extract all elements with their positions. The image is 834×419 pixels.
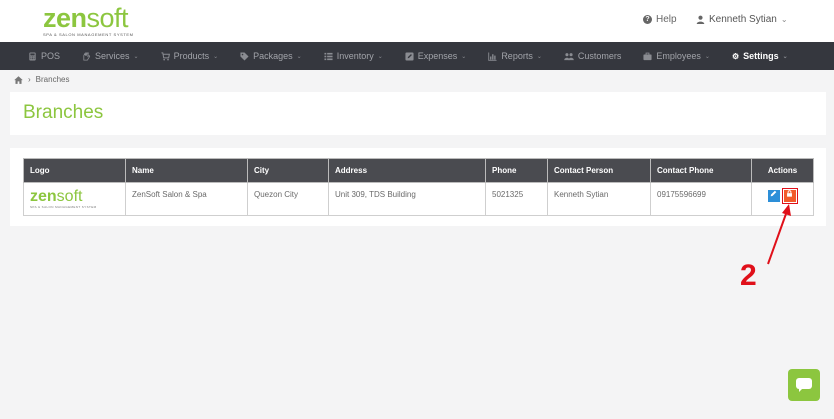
user-menu[interactable]: Kenneth Sytian ⌄ bbox=[696, 14, 788, 25]
chevron-down-icon: ⌄ bbox=[133, 53, 139, 60]
nav-item-packages[interactable]: Packages ⌄ bbox=[240, 51, 302, 61]
chevron-down-icon: ⌄ bbox=[780, 15, 788, 24]
user-icon bbox=[696, 15, 705, 24]
table-row: zensoft Spa & Salon Management System Ze… bbox=[23, 182, 814, 216]
users-icon bbox=[564, 52, 574, 60]
chat-widget-button[interactable] bbox=[788, 369, 820, 401]
nav-label: Services bbox=[95, 51, 130, 61]
nav-item-services[interactable]: Services ⌄ bbox=[82, 51, 139, 61]
chevron-down-icon: ⌄ bbox=[296, 53, 302, 60]
nav-label: Inventory bbox=[336, 51, 374, 61]
cart-icon bbox=[161, 51, 170, 60]
cell-city: Quezon City bbox=[247, 182, 329, 216]
breadcrumb-separator: › bbox=[28, 75, 31, 84]
breadcrumb: › Branches bbox=[14, 75, 69, 84]
gear-icon: ⚙ bbox=[731, 51, 740, 61]
col-header-contact-phone: Contact Phone bbox=[650, 158, 752, 183]
nav-item-pos[interactable]: POS bbox=[28, 51, 60, 61]
logo-brand-a: zen bbox=[30, 188, 57, 205]
branches-table: Logo Name City Address Phone Contact Per… bbox=[23, 158, 814, 216]
page-title-panel: Branches bbox=[10, 92, 826, 135]
logo-brand-b: soft bbox=[56, 188, 83, 205]
cell-actions bbox=[751, 182, 814, 216]
nav-item-employees[interactable]: Employees ⌄ bbox=[643, 51, 710, 61]
nav-item-customers[interactable]: Customers bbox=[564, 51, 622, 61]
breadcrumb-current: Branches bbox=[35, 75, 70, 84]
nav-label: Customers bbox=[577, 51, 622, 61]
chevron-down-icon: ⌄ bbox=[536, 53, 542, 60]
logo-tagline: Spa & Salon Management System bbox=[30, 205, 97, 209]
help-link[interactable]: ? Help bbox=[643, 14, 677, 25]
nav-label: POS bbox=[41, 51, 61, 61]
nav-label: Expenses bbox=[417, 51, 458, 61]
question-icon: ? bbox=[643, 15, 652, 24]
nav-item-products[interactable]: Products ⌄ bbox=[161, 51, 219, 61]
chevron-down-icon: ⌄ bbox=[213, 53, 219, 60]
chat-bubble-icon bbox=[796, 378, 812, 392]
col-header-phone: Phone bbox=[485, 158, 548, 183]
briefcase-icon bbox=[643, 52, 652, 60]
home-icon[interactable] bbox=[14, 75, 23, 84]
chevron-down-icon: ⌄ bbox=[704, 53, 710, 60]
col-header-contact-person: Contact Person bbox=[547, 158, 651, 183]
nav-item-reports[interactable]: Reports ⌄ bbox=[488, 51, 542, 61]
pencil-icon bbox=[770, 190, 777, 197]
nav-item-inventory[interactable]: Inventory ⌄ bbox=[324, 51, 383, 61]
chevron-down-icon: ⌄ bbox=[782, 53, 788, 60]
lock-button-highlight bbox=[781, 188, 798, 204]
nav-label: Reports bbox=[501, 51, 533, 61]
nav-item-expenses[interactable]: Expenses ⌄ bbox=[405, 51, 467, 61]
logo-brand-a: zen bbox=[43, 3, 87, 33]
logo-brand-b: soft bbox=[86, 3, 129, 33]
col-header-logo: Logo bbox=[23, 158, 126, 183]
page-title: Branches bbox=[23, 102, 104, 123]
top-header: zensoft Spa & Salon Management System ? … bbox=[0, 0, 834, 42]
nav-label: Packages bbox=[253, 51, 293, 61]
branch-logo: zensoft Spa & Salon Management System bbox=[30, 188, 119, 210]
nav-label: Settings bbox=[743, 51, 779, 61]
lock-icon bbox=[787, 190, 792, 197]
col-header-name: Name bbox=[125, 158, 248, 183]
cell-contact-phone: 09175596699 bbox=[650, 182, 752, 216]
pos-icon bbox=[29, 51, 36, 61]
app-logo[interactable]: zensoft Spa & Salon Management System bbox=[43, 4, 134, 37]
cell-name: ZenSoft Salon & Spa bbox=[125, 182, 248, 216]
cell-address: Unit 309, TDS Building bbox=[328, 182, 486, 216]
chevron-down-icon: ⌄ bbox=[461, 53, 467, 60]
annotation-step-number: 2 bbox=[740, 259, 757, 292]
branches-panel: Logo Name City Address Phone Contact Per… bbox=[10, 148, 826, 226]
col-header-address: Address bbox=[328, 158, 486, 183]
main-nav: POS Services ⌄ Products ⌄ Packages ⌄ Inv… bbox=[0, 42, 834, 70]
col-header-actions: Actions bbox=[751, 158, 814, 183]
cell-phone: 5021325 bbox=[485, 182, 548, 216]
chart-icon bbox=[488, 51, 497, 61]
cell-logo: zensoft Spa & Salon Management System bbox=[23, 182, 126, 216]
cell-contact-person: Kenneth Sytian bbox=[547, 182, 651, 216]
col-header-city: City bbox=[247, 158, 329, 183]
edit-button[interactable] bbox=[767, 190, 780, 202]
user-name: Kenneth Sytian bbox=[709, 14, 777, 25]
logo-tagline: Spa & Salon Management System bbox=[43, 32, 134, 37]
pencil-icon bbox=[405, 51, 414, 61]
list-icon bbox=[324, 52, 333, 60]
nav-label: Employees bbox=[656, 51, 701, 61]
tag-icon bbox=[240, 51, 249, 61]
table-header-row: Logo Name City Address Phone Contact Per… bbox=[23, 158, 814, 183]
services-icon bbox=[83, 51, 91, 61]
nav-label: Products bbox=[173, 51, 210, 61]
chevron-down-icon: ⌄ bbox=[377, 53, 383, 60]
lock-button[interactable] bbox=[783, 190, 796, 202]
help-label: Help bbox=[656, 14, 677, 25]
nav-item-settings[interactable]: ⚙ Settings ⌄ bbox=[732, 51, 788, 61]
